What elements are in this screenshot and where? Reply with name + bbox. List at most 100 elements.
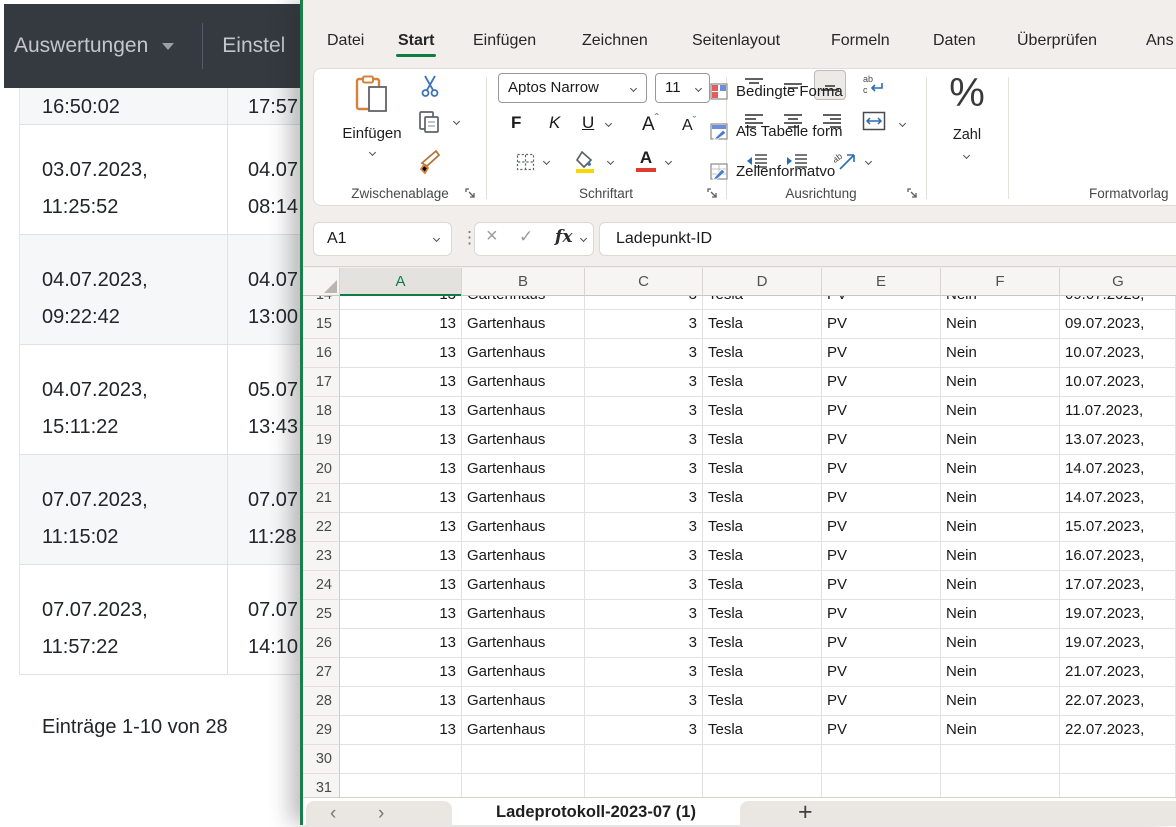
entry-row[interactable]: 07.07.2023,11:15:0207.0711:28 bbox=[20, 455, 300, 565]
cell[interactable]: 10.07.2023, bbox=[1060, 339, 1176, 368]
cell[interactable]: Nein bbox=[941, 571, 1060, 600]
font-color-button[interactable]: A bbox=[636, 149, 656, 172]
column-header-e[interactable]: E bbox=[822, 268, 941, 296]
row-header[interactable]: 23 bbox=[303, 542, 340, 571]
cell[interactable]: Gartenhaus bbox=[462, 542, 585, 571]
chevron-down-icon[interactable] bbox=[899, 120, 906, 127]
cell[interactable]: Tesla bbox=[703, 716, 822, 745]
cell[interactable]: PV bbox=[822, 658, 941, 687]
cell[interactable]: 13 bbox=[340, 687, 462, 716]
cell[interactable]: Tesla bbox=[703, 310, 822, 339]
cell[interactable]: 3 bbox=[585, 716, 703, 745]
prev-sheet-icon[interactable]: ‹ bbox=[330, 801, 336, 826]
tab-zeichnen[interactable]: Zeichnen bbox=[582, 24, 648, 58]
name-box[interactable]: A1 bbox=[313, 222, 452, 256]
cell[interactable]: 19.07.2023, bbox=[1060, 600, 1176, 629]
cell[interactable] bbox=[703, 774, 822, 797]
entry-row[interactable]: 07.07.2023,11:57:2207.0714:10 bbox=[20, 565, 300, 675]
font-size-select[interactable]: 11 bbox=[655, 73, 710, 103]
cell[interactable]: 14.07.2023, bbox=[1060, 455, 1176, 484]
cell[interactable]: Tesla bbox=[703, 484, 822, 513]
cell[interactable]: 09.07.2023, bbox=[1060, 296, 1176, 310]
cell[interactable]: Tesla bbox=[703, 658, 822, 687]
chevron-down-icon[interactable] bbox=[580, 235, 587, 242]
next-sheet-icon[interactable]: › bbox=[378, 801, 384, 826]
cell[interactable]: Gartenhaus bbox=[462, 397, 585, 426]
cell[interactable]: PV bbox=[822, 687, 941, 716]
font-dialog-launcher-icon[interactable] bbox=[706, 187, 718, 199]
cell[interactable]: 10.07.2023, bbox=[1060, 368, 1176, 397]
cell[interactable] bbox=[585, 774, 703, 797]
cell[interactable]: Tesla bbox=[703, 426, 822, 455]
cell[interactable]: 13 bbox=[340, 397, 462, 426]
cell[interactable]: Nein bbox=[941, 716, 1060, 745]
cell[interactable]: Nein bbox=[941, 513, 1060, 542]
column-header-f[interactable]: F bbox=[941, 268, 1060, 296]
cell[interactable]: 17.07.2023, bbox=[1060, 571, 1176, 600]
chevron-down-icon[interactable] bbox=[665, 158, 672, 165]
wrap-text-icon[interactable]: ab c bbox=[862, 73, 884, 95]
cell[interactable]: 13 bbox=[340, 426, 462, 455]
cell[interactable] bbox=[1060, 745, 1176, 774]
cell[interactable] bbox=[340, 774, 462, 797]
cell[interactable]: 13 bbox=[340, 716, 462, 745]
column-header-c[interactable]: C bbox=[585, 268, 703, 296]
cell[interactable]: Tesla bbox=[703, 368, 822, 397]
cell[interactable]: Tesla bbox=[703, 542, 822, 571]
cell[interactable]: Tesla bbox=[703, 629, 822, 658]
cell[interactable]: PV bbox=[822, 600, 941, 629]
column-header-d[interactable]: D bbox=[703, 268, 822, 296]
cell[interactable]: 13 bbox=[340, 600, 462, 629]
cell[interactable]: Tesla bbox=[703, 513, 822, 542]
clipboard-dialog-launcher-icon[interactable] bbox=[464, 187, 476, 199]
chevron-down-icon[interactable] bbox=[607, 158, 614, 165]
entry-row[interactable]: 16:50:0217:57 bbox=[20, 88, 300, 125]
cell[interactable]: PV bbox=[822, 339, 941, 368]
row-header[interactable]: 15 bbox=[303, 310, 340, 339]
cell[interactable]: 13.07.2023, bbox=[1060, 426, 1176, 455]
tab-datei[interactable]: Datei bbox=[327, 24, 364, 58]
cell[interactable]: Gartenhaus bbox=[462, 513, 585, 542]
alignment-dialog-launcher-icon[interactable] bbox=[906, 187, 918, 199]
cell[interactable]: 13 bbox=[340, 542, 462, 571]
row-header[interactable]: 29 bbox=[303, 716, 340, 745]
font-name-select[interactable]: Aptos Narrow bbox=[498, 73, 647, 103]
cell[interactable]: Tesla bbox=[703, 339, 822, 368]
cell[interactable]: Nein bbox=[941, 296, 1060, 310]
cell[interactable]: 3 bbox=[585, 484, 703, 513]
cell[interactable]: 13 bbox=[340, 310, 462, 339]
copy-icon[interactable] bbox=[418, 110, 440, 134]
chevron-down-icon[interactable] bbox=[453, 118, 460, 125]
cell[interactable]: 19.07.2023, bbox=[1060, 629, 1176, 658]
row-header[interactable]: 25 bbox=[303, 600, 340, 629]
cell[interactable]: 3 bbox=[585, 397, 703, 426]
cell[interactable] bbox=[941, 745, 1060, 774]
cell[interactable]: Gartenhaus bbox=[462, 629, 585, 658]
add-sheet-icon[interactable]: + bbox=[798, 798, 813, 827]
orientation-icon[interactable]: ab bbox=[834, 149, 858, 173]
italic-button[interactable]: K bbox=[549, 113, 560, 133]
cell[interactable] bbox=[1060, 774, 1176, 797]
cell[interactable]: PV bbox=[822, 397, 941, 426]
active-sheet-tab[interactable]: Ladeprotokoll-2023-07 (1) bbox=[452, 798, 740, 826]
row-header[interactable]: 18 bbox=[303, 397, 340, 426]
cell[interactable]: Nein bbox=[941, 368, 1060, 397]
row-header[interactable]: 24 bbox=[303, 571, 340, 600]
row-header[interactable]: 31 bbox=[303, 774, 340, 797]
cell[interactable]: Nein bbox=[941, 600, 1060, 629]
cell[interactable] bbox=[462, 745, 585, 774]
borders-icon[interactable] bbox=[516, 153, 535, 171]
cell[interactable]: 13 bbox=[340, 658, 462, 687]
cell[interactable]: Gartenhaus bbox=[462, 426, 585, 455]
underline-button[interactable]: U bbox=[582, 113, 594, 133]
cell[interactable]: PV bbox=[822, 426, 941, 455]
cell[interactable]: Gartenhaus bbox=[462, 310, 585, 339]
cell[interactable]: 3 bbox=[585, 455, 703, 484]
cell[interactable] bbox=[340, 745, 462, 774]
cell[interactable]: PV bbox=[822, 716, 941, 745]
cell[interactable]: 13 bbox=[340, 339, 462, 368]
cell[interactable]: PV bbox=[822, 571, 941, 600]
cancel-icon[interactable]: × bbox=[486, 225, 498, 248]
cell-styles-button[interactable]: Zellenformatvo bbox=[710, 163, 835, 180]
cell[interactable]: 3 bbox=[585, 368, 703, 397]
